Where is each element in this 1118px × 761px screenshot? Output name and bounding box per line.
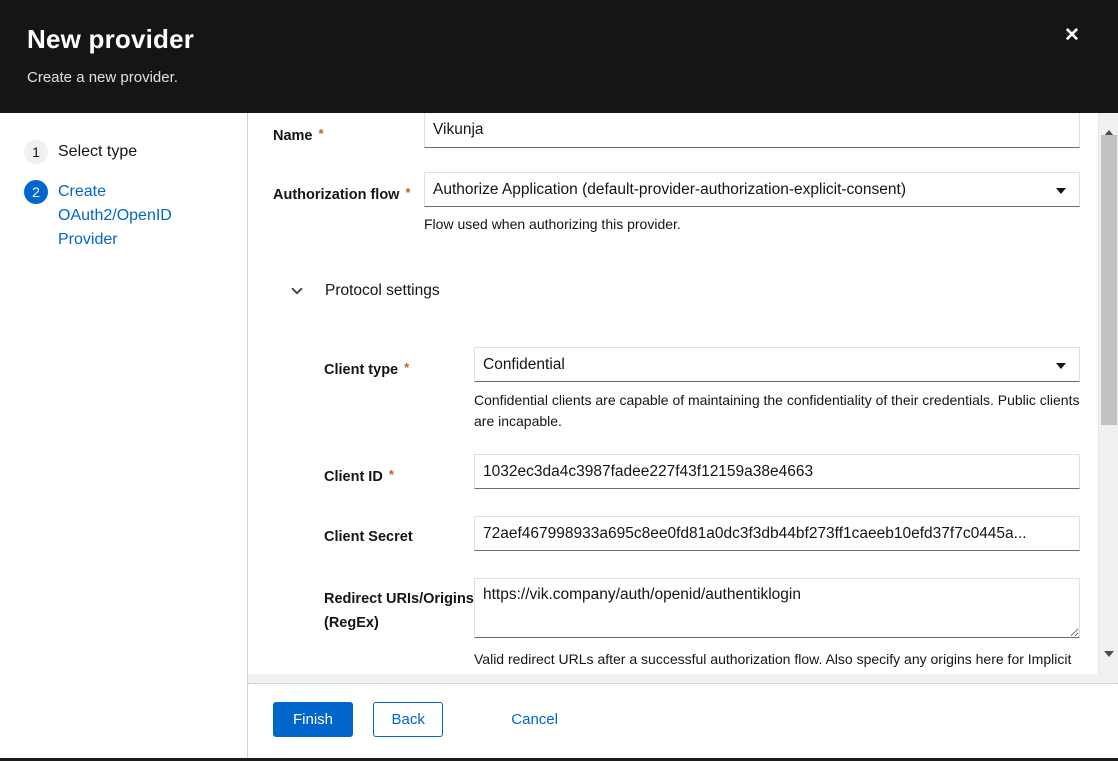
name-label: Name* xyxy=(273,113,424,148)
chevron-down-icon xyxy=(290,284,304,298)
client-secret-input[interactable] xyxy=(474,516,1080,551)
chevron-down-icon xyxy=(1056,188,1066,194)
wizard-main: Name* Authorization flow* Authorize Appl… xyxy=(248,113,1118,758)
client-secret-row: Client Secret xyxy=(324,516,1080,551)
cancel-button[interactable]: Cancel xyxy=(511,703,558,736)
scroll-fade-divider xyxy=(248,674,1118,684)
chevron-down-icon xyxy=(1056,363,1066,369)
client-type-label: Client type* xyxy=(324,347,474,432)
step-select-type[interactable]: 1 Select type xyxy=(24,140,231,164)
wizard-steps-sidebar: 1 Select type 2 Create OAuth2/OpenID Pro… xyxy=(0,113,248,758)
required-asterisk: * xyxy=(319,126,324,141)
provider-form: Name* Authorization flow* Authorize Appl… xyxy=(248,113,1098,674)
back-button[interactable]: Back xyxy=(373,702,442,737)
step-label: Create OAuth2/OpenID Provider xyxy=(58,180,198,252)
wizard-footer: Finish Back Cancel xyxy=(248,685,1118,758)
authorization-flow-value: Authorize Application (default-provider-… xyxy=(433,181,906,199)
authorization-flow-help: Flow used when authorizing this provider… xyxy=(424,214,1080,235)
client-id-label: Client ID* xyxy=(324,454,474,489)
protocol-settings-label: Protocol settings xyxy=(325,282,440,300)
name-row: Name* xyxy=(273,113,1080,148)
redirect-uris-help: Valid redirect URLs after a successful a… xyxy=(474,649,1080,674)
wizard-header: New provider Create a new provider. ✕ xyxy=(0,0,1118,113)
protocol-settings-section: Client type* Confidential Confidential c… xyxy=(273,347,1080,674)
wizard-body: 1 Select type 2 Create OAuth2/OpenID Pro… xyxy=(0,113,1118,758)
client-type-value: Confidential xyxy=(483,356,565,374)
protocol-settings-expander[interactable]: Protocol settings xyxy=(290,282,1080,300)
required-asterisk: * xyxy=(405,185,410,200)
scrollbar-down-arrow[interactable] xyxy=(1099,655,1118,674)
authorization-flow-select[interactable]: Authorize Application (default-provider-… xyxy=(424,172,1080,207)
client-id-row: Client ID* xyxy=(324,454,1080,489)
authorization-flow-row: Authorization flow* Authorize Applicatio… xyxy=(273,172,1080,235)
step-number-badge: 1 xyxy=(24,140,48,164)
page-title: New provider xyxy=(27,24,1091,55)
finish-button[interactable]: Finish xyxy=(273,702,353,737)
step-number-badge: 2 xyxy=(24,180,48,204)
redirect-uris-textarea[interactable]: https://vik.company/auth/openid/authenti… xyxy=(474,578,1080,638)
scrollbar-thumb[interactable] xyxy=(1101,135,1117,425)
name-input[interactable] xyxy=(424,113,1080,148)
redirect-uris-label: Redirect URIs/Origins (RegEx) xyxy=(324,578,474,674)
required-asterisk: * xyxy=(389,467,394,482)
client-type-help: Confidential clients are capable of main… xyxy=(474,390,1080,432)
scrollbar-up-arrow[interactable] xyxy=(1099,113,1118,132)
client-type-select[interactable]: Confidential xyxy=(474,347,1080,382)
authorization-flow-label: Authorization flow* xyxy=(273,172,424,235)
client-type-row: Client type* Confidential Confidential c… xyxy=(324,347,1080,432)
step-create-oauth2-provider[interactable]: 2 Create OAuth2/OpenID Provider xyxy=(24,180,231,252)
step-label: Select type xyxy=(58,140,137,164)
client-id-input[interactable] xyxy=(474,454,1080,489)
required-asterisk: * xyxy=(404,360,409,375)
client-secret-label: Client Secret xyxy=(324,516,474,551)
new-provider-modal: New provider Create a new provider. ✕ 1 … xyxy=(0,0,1118,758)
form-scrollbar[interactable] xyxy=(1098,113,1118,674)
close-icon[interactable]: ✕ xyxy=(1060,24,1084,48)
page-subtitle: Create a new provider. xyxy=(27,69,1091,86)
redirect-uris-row: Redirect URIs/Origins (RegEx) https://vi… xyxy=(324,578,1080,674)
